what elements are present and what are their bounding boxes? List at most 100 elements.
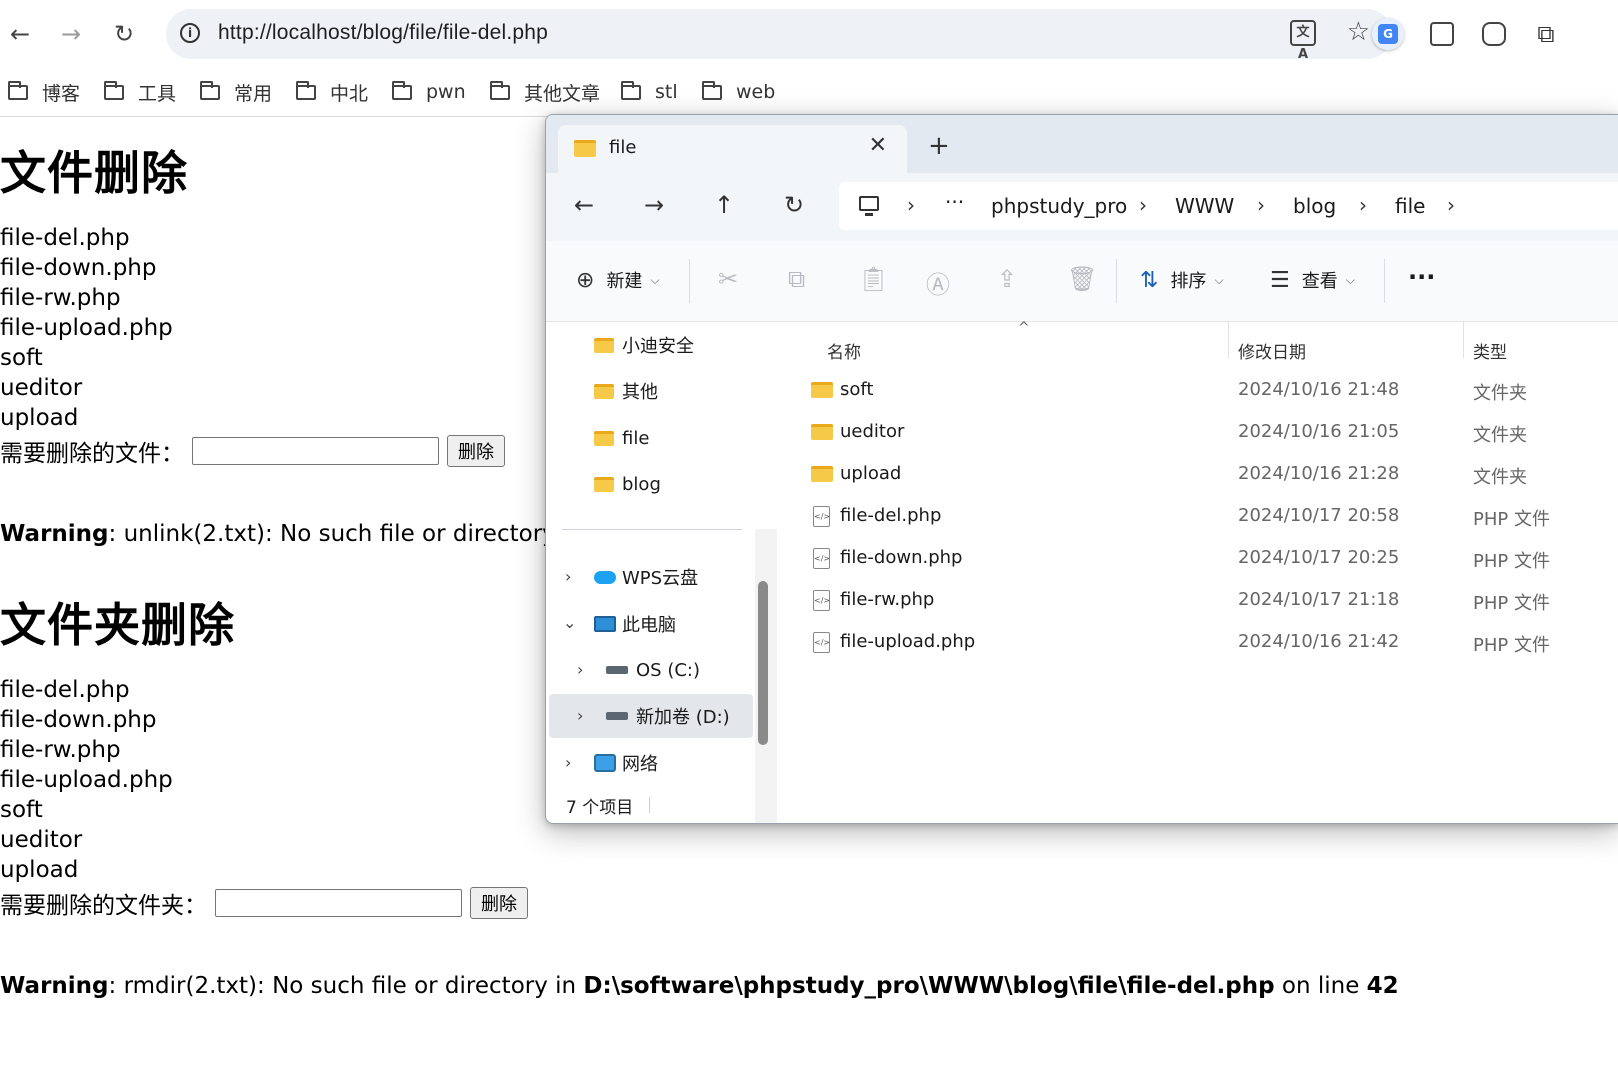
explorer-tab[interactable]: file ✕ xyxy=(558,125,907,173)
table-row[interactable]: ueditor 2024/10/16 21:05 文件夹 xyxy=(778,412,1618,454)
folder-icon xyxy=(811,424,833,440)
incognito-profile-icon[interactable] xyxy=(1482,22,1506,46)
reload-button[interactable]: ↻ xyxy=(104,14,144,54)
extensions-puzzle-icon[interactable]: ⧉ xyxy=(1530,18,1562,50)
chevron-down-icon[interactable]: ⌄ xyxy=(563,613,576,632)
chevron-right-icon[interactable]: › xyxy=(577,706,583,725)
refresh-icon[interactable]: ↻ xyxy=(784,191,804,219)
bookmark-folder[interactable]: 博客 xyxy=(8,79,80,105)
site-info-icon[interactable]: i xyxy=(180,23,200,43)
back-button[interactable]: ← xyxy=(0,14,40,54)
column-header-date[interactable]: 修改日期 xyxy=(1238,338,1306,363)
column-header-type[interactable]: 类型 xyxy=(1473,338,1507,363)
nav-scrollbar-thumb[interactable] xyxy=(758,581,768,745)
bookmark-folder[interactable]: 工具 xyxy=(104,79,176,105)
view-button[interactable]: ☰ 查看 ⌵ xyxy=(1270,267,1355,293)
translate-icon[interactable]: 文A xyxy=(1290,20,1316,62)
google-translate-extension-icon[interactable]: G xyxy=(1372,18,1404,50)
breadcrumb-item[interactable]: file xyxy=(1395,194,1425,218)
file-type: 文件夹 xyxy=(1473,425,1527,446)
table-row[interactable]: soft 2024/10/16 21:48 文件夹 xyxy=(778,370,1618,412)
column-header-name[interactable]: 名称 xyxy=(827,338,861,363)
nav-item-quick-access[interactable]: blog xyxy=(594,462,661,506)
nav-item-quick-access[interactable]: 其他 xyxy=(594,369,658,413)
delete-file-input[interactable] xyxy=(192,437,439,465)
list-item: soft xyxy=(0,797,43,823)
nav-item-this-pc[interactable]: 此电脑 xyxy=(594,602,676,646)
close-tab-icon[interactable]: ✕ xyxy=(869,133,887,158)
chevron-right-icon[interactable]: › xyxy=(1257,193,1265,217)
back-arrow-icon[interactable]: ← xyxy=(574,191,594,219)
chevron-right-icon[interactable]: › xyxy=(565,567,571,586)
table-row[interactable]: </> file-del.php 2024/10/17 20:58 PHP 文件 xyxy=(778,496,1618,538)
delete-folder-form: 需要删除的文件夹： 删除 xyxy=(0,885,528,921)
bookmark-folder[interactable]: pwn xyxy=(392,79,466,105)
paste-icon[interactable]: 📋︎ xyxy=(858,265,888,293)
new-button[interactable]: ⊕ 新建 ⌵ xyxy=(576,267,660,293)
breadcrumb-item[interactable]: WWW xyxy=(1175,194,1234,218)
more-options-icon[interactable]: ··· xyxy=(1408,263,1435,291)
breadcrumb-item[interactable]: blog xyxy=(1293,194,1336,218)
bookmark-folder[interactable]: 其他文章 xyxy=(490,79,600,105)
sort-button[interactable]: ⇅ 排序 ⌵ xyxy=(1140,267,1224,293)
copy-icon[interactable]: ⧉ xyxy=(788,265,805,293)
nav-item-drive-c[interactable]: OS (C:) xyxy=(606,648,700,692)
nav-item-network[interactable]: 网络 xyxy=(594,741,658,785)
list-item: file-rw.php xyxy=(0,285,121,311)
sort-ascending-icon: ^ xyxy=(1018,320,1030,336)
rename-icon[interactable]: Ⓐ xyxy=(926,265,950,300)
chevron-right-icon[interactable]: › xyxy=(1139,193,1147,217)
chevron-right-icon[interactable]: › xyxy=(1359,193,1367,217)
nav-item-quick-access[interactable]: file xyxy=(594,416,649,460)
chevron-right-icon[interactable]: › xyxy=(1447,193,1455,217)
breadcrumb-item[interactable]: phpstudy_pro xyxy=(991,194,1127,218)
column-divider[interactable] xyxy=(1228,322,1229,358)
explorer-address-bar[interactable]: › ··· phpstudy_pro › WWW › blog › file › xyxy=(839,182,1618,230)
file-name: file-upload.php xyxy=(840,631,976,652)
up-arrow-icon[interactable]: ↑ xyxy=(714,191,734,219)
bookmark-star-icon[interactable]: ☆ xyxy=(1347,17,1370,47)
file-type: PHP 文件 xyxy=(1473,509,1550,530)
cut-icon[interactable]: ✂ xyxy=(718,265,738,293)
folder-delete-heading: 文件夹删除 xyxy=(0,598,235,652)
list-item: file-down.php xyxy=(0,255,157,281)
new-tab-button[interactable]: + xyxy=(928,131,950,161)
bookmark-folder[interactable]: 中北 xyxy=(296,79,368,105)
url-text[interactable]: http://localhost/blog/file/file-del.php xyxy=(218,21,548,45)
nav-item-quick-access[interactable]: 小迪安全 xyxy=(594,323,694,367)
table-row[interactable]: </> file-down.php 2024/10/17 20:25 PHP 文… xyxy=(778,538,1618,580)
delete-file-button[interactable]: 删除 xyxy=(447,435,505,467)
chevron-right-icon[interactable]: › xyxy=(565,753,571,772)
bookmark-folder[interactable]: web xyxy=(702,79,775,105)
delete-folder-input[interactable] xyxy=(215,889,462,917)
list-item: ueditor xyxy=(0,375,83,401)
status-item-count: 7 个项目 xyxy=(566,798,634,818)
reading-list-icon[interactable] xyxy=(1430,22,1454,46)
overflow-icon[interactable]: ··· xyxy=(945,190,964,214)
delete-folder-button[interactable]: 删除 xyxy=(470,887,528,919)
table-row[interactable]: </> file-rw.php 2024/10/17 21:18 PHP 文件 xyxy=(778,580,1618,622)
folder-icon xyxy=(574,140,596,157)
list-item: soft xyxy=(0,345,43,371)
bookmark-folder[interactable]: stl xyxy=(621,79,678,105)
bookmark-folder[interactable]: 常用 xyxy=(200,79,272,105)
share-icon[interactable]: ⇪ xyxy=(997,265,1017,293)
folder-icon xyxy=(8,80,28,100)
folder-icon xyxy=(702,80,722,100)
file-date: 2024/10/16 21:28 xyxy=(1238,463,1400,484)
bookmarks-bar: 博客 工具 常用 中北 pwn 其他文章 stl web xyxy=(0,68,1618,117)
forward-button[interactable]: → xyxy=(51,14,91,54)
address-bar[interactable]: i http://localhost/blog/file/file-del.ph… xyxy=(166,9,1392,62)
chevron-right-icon[interactable]: › xyxy=(907,193,915,217)
file-type: PHP 文件 xyxy=(1473,593,1550,614)
delete-icon[interactable]: 🗑︎ xyxy=(1067,265,1097,293)
unlink-warning: Warning: unlink(2.txt): No such file or … xyxy=(0,521,585,547)
table-row[interactable]: upload 2024/10/16 21:28 文件夹 xyxy=(778,454,1618,496)
column-divider[interactable] xyxy=(1463,322,1464,358)
forward-arrow-icon[interactable]: → xyxy=(644,191,664,219)
divider xyxy=(689,259,690,303)
sort-icon: ⇅ xyxy=(1140,267,1159,293)
table-row[interactable]: </> file-upload.php 2024/10/16 21:42 PHP… xyxy=(778,622,1618,664)
chevron-right-icon[interactable]: › xyxy=(577,660,583,679)
nav-item-wps-cloud[interactable]: WPS云盘 xyxy=(594,555,698,599)
